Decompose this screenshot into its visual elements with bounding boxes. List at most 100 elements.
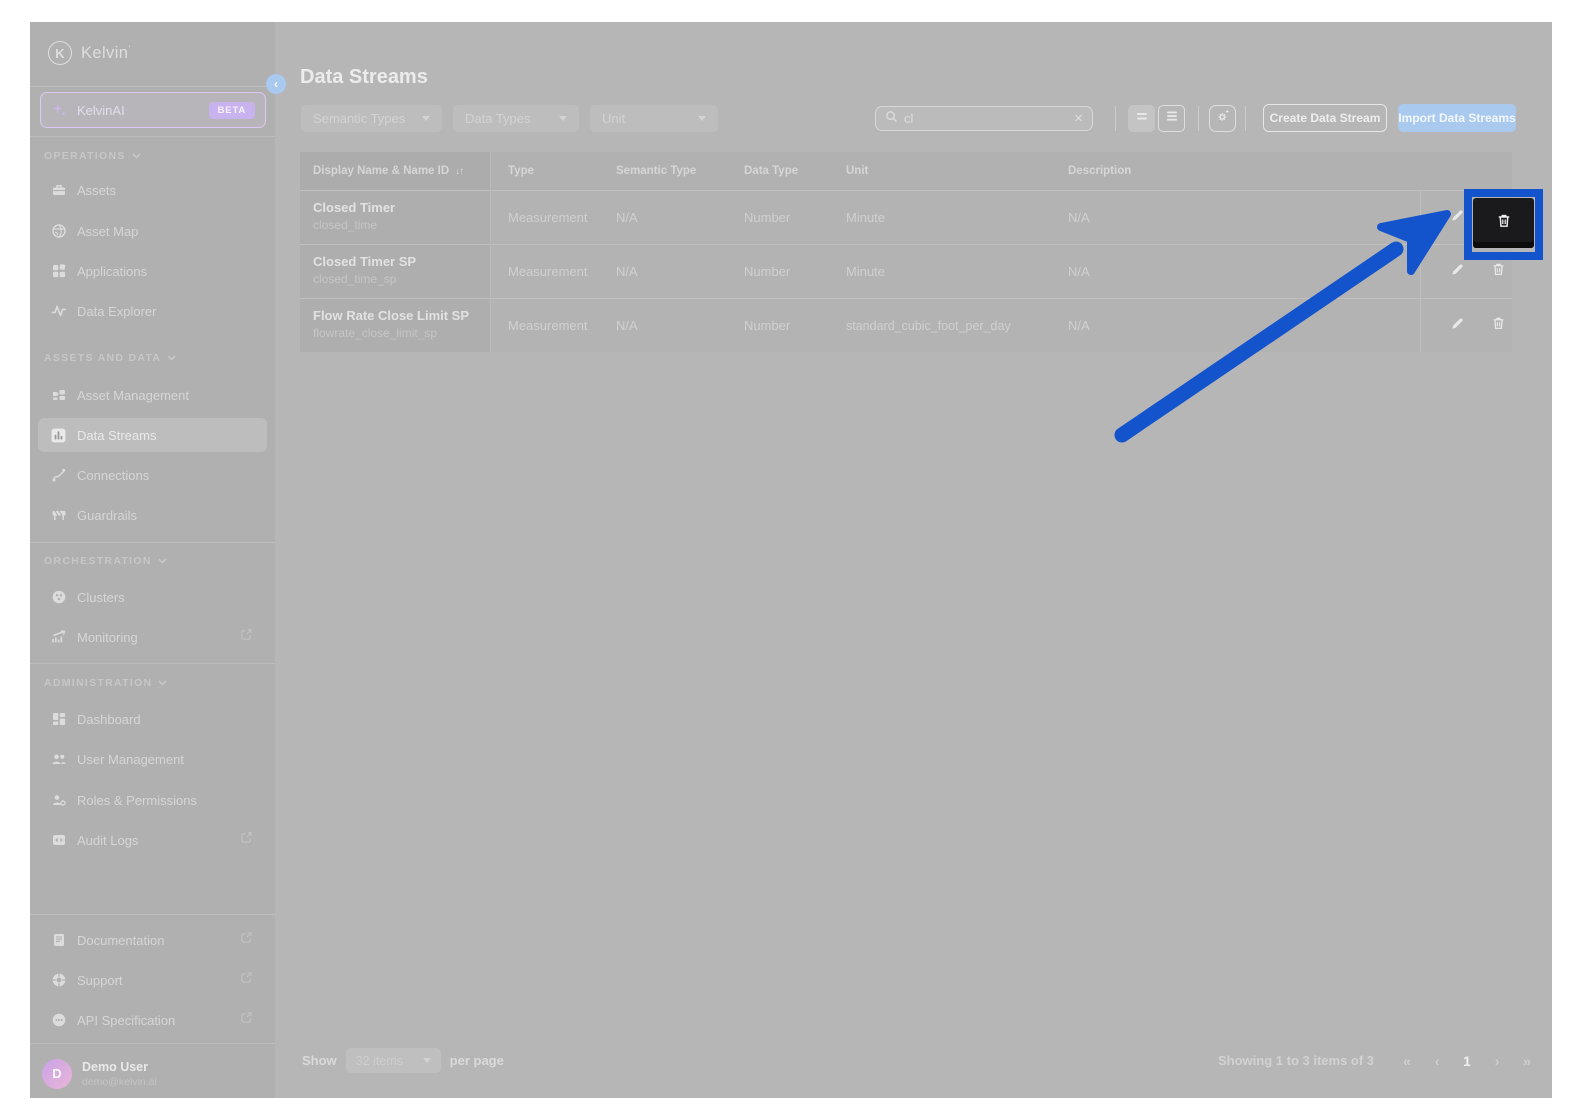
- type-cell: Measurement: [508, 299, 587, 352]
- data-types-filter[interactable]: Data Types: [453, 105, 579, 132]
- description-cell: N/A: [1068, 245, 1090, 298]
- divider: [1198, 106, 1199, 131]
- table-row[interactable]: Flow Rate Close Limit SP flowrate_close_…: [300, 298, 1512, 352]
- list-view-button[interactable]: [1158, 105, 1185, 132]
- display-name: Closed Timer SP: [313, 254, 416, 269]
- column-header-display-name[interactable]: Display Name & Name ID↓↑: [313, 152, 463, 190]
- delete-row-button-highlighted[interactable]: [1473, 198, 1534, 248]
- sidebar-item-label: Asset Management: [77, 388, 189, 403]
- column-header-description: Description: [1068, 152, 1131, 190]
- globe-icon: [50, 223, 67, 240]
- user-menu[interactable]: D Demo User demo@kelvin.ai: [30, 1049, 275, 1098]
- table-settings-button[interactable]: [1209, 105, 1236, 132]
- rows-compact-icon: [1135, 109, 1149, 128]
- sidebar-item-applications[interactable]: Applications: [38, 254, 267, 288]
- sidebar-item-asset-management[interactable]: Asset Management: [38, 378, 267, 412]
- chevron-left-icon: ‹: [274, 77, 278, 91]
- sidebar-item-clusters[interactable]: Clusters: [38, 580, 267, 614]
- edit-row-button[interactable]: [1446, 315, 1468, 337]
- sidebar: K Kelvin' KelvinAI BETA OPERATIONS Asset…: [30, 22, 275, 1098]
- display-name: Closed Timer: [313, 200, 395, 215]
- current-page[interactable]: 1: [1452, 1053, 1482, 1069]
- first-page-button[interactable]: «: [1392, 1053, 1422, 1069]
- data-type-cell: Number: [744, 299, 790, 352]
- showing-count: Showing 1 to 3 items of 3: [1218, 1053, 1374, 1068]
- sidebar-item-data-explorer[interactable]: Data Explorer: [38, 294, 267, 328]
- semantic-type-cell: N/A: [616, 299, 638, 352]
- semantic-type-cell: N/A: [616, 245, 638, 298]
- sidebar-item-roles-permissions[interactable]: Roles & Permissions: [38, 783, 267, 817]
- last-page-button[interactable]: »: [1512, 1053, 1542, 1069]
- divider: [1115, 106, 1116, 131]
- sidebar-item-label: Audit Logs: [77, 833, 138, 848]
- briefcase-icon: [50, 182, 67, 199]
- sidebar-item-data-streams[interactable]: Data Streams: [38, 418, 267, 452]
- section-header-operations[interactable]: OPERATIONS: [44, 150, 141, 162]
- sidebar-item-audit-logs[interactable]: Audit Logs: [38, 823, 267, 857]
- divider: [1245, 106, 1246, 131]
- page-size-select[interactable]: 32 items: [346, 1048, 441, 1073]
- sidebar-item-label: Connections: [77, 468, 149, 483]
- data-streams-table: Display Name & Name ID↓↑ Type Semantic T…: [300, 152, 1512, 352]
- edit-row-button[interactable]: [1446, 261, 1468, 283]
- rows-list-icon: [1165, 109, 1179, 128]
- delete-row-button[interactable]: [1487, 261, 1509, 283]
- clear-search-icon[interactable]: ×: [1074, 110, 1083, 127]
- table-row[interactable]: Closed Timer SP closed_time_sp Measureme…: [300, 244, 1512, 298]
- sidebar-item-label: Roles & Permissions: [77, 793, 197, 808]
- chevron-down-icon: [132, 153, 141, 159]
- section-header-administration[interactable]: ADMINISTRATION: [44, 677, 167, 689]
- compact-view-button[interactable]: [1128, 105, 1155, 132]
- sidebar-item-monitoring[interactable]: Monitoring: [38, 620, 267, 654]
- grid-apps-icon: [50, 263, 67, 280]
- unit-filter[interactable]: Unit: [590, 105, 718, 132]
- sidebar-item-assets[interactable]: Assets: [38, 173, 267, 207]
- chevron-down-icon: [698, 116, 706, 121]
- divider: [30, 914, 275, 915]
- table-header-row: Display Name & Name ID↓↑ Type Semantic T…: [300, 152, 1512, 190]
- name-id: closed_time_sp: [313, 272, 396, 286]
- section-header-orchestration[interactable]: ORCHESTRATION: [44, 555, 167, 567]
- sidebar-item-api-specification[interactable]: API Specification: [38, 1003, 267, 1037]
- sidebar-item-connections[interactable]: Connections: [38, 458, 267, 492]
- sidebar-item-asset-map[interactable]: Asset Map: [38, 214, 267, 248]
- brand-name: Kelvin': [81, 44, 130, 63]
- create-data-stream-button[interactable]: Create Data Stream: [1263, 104, 1387, 132]
- unit-cell: Minute: [846, 245, 885, 298]
- search-icon: [885, 110, 898, 128]
- column-separator: [490, 152, 491, 352]
- api-icon: [50, 1012, 67, 1029]
- import-data-streams-button[interactable]: Import Data Streams: [1398, 104, 1516, 132]
- semantic-types-filter[interactable]: Semantic Types: [301, 105, 442, 132]
- users-icon: [50, 751, 67, 768]
- table-row[interactable]: Closed Timer closed_time Measurement N/A…: [300, 190, 1512, 244]
- unit-cell: standard_cubic_foot_per_day: [846, 299, 1011, 352]
- sidebar-collapse-button[interactable]: ‹: [266, 74, 286, 94]
- divider: [30, 542, 275, 543]
- pagination: Showing 1 to 3 items of 3 « ‹ 1 › »: [1218, 1048, 1542, 1073]
- sidebar-item-guardrails[interactable]: Guardrails: [38, 498, 267, 532]
- sidebar-item-label: Support: [77, 973, 123, 988]
- gear-sparkle-icon: [1215, 108, 1231, 129]
- sidebar-item-support[interactable]: Support: [38, 963, 267, 997]
- display-name: Flow Rate Close Limit SP: [313, 308, 469, 323]
- sidebar-item-user-management[interactable]: User Management: [38, 742, 267, 776]
- chevron-down-icon: [158, 680, 167, 686]
- role-gear-icon: [50, 792, 67, 809]
- external-link-icon: [240, 1011, 253, 1029]
- section-header-assets-and-data[interactable]: ASSETS AND DATA: [44, 352, 176, 364]
- delete-row-button[interactable]: [1487, 315, 1509, 337]
- user-name: Demo User: [82, 1060, 157, 1074]
- next-page-button[interactable]: ›: [1482, 1053, 1512, 1069]
- previous-page-button[interactable]: ‹: [1422, 1053, 1452, 1069]
- divider: [30, 86, 275, 87]
- description-cell: N/A: [1068, 191, 1090, 244]
- sidebar-item-documentation[interactable]: Documentation: [38, 923, 267, 957]
- sort-icon[interactable]: ↓↑: [455, 166, 463, 177]
- sidebar-item-label: Guardrails: [77, 508, 137, 523]
- sidebar-item-dashboard[interactable]: Dashboard: [38, 702, 267, 736]
- guardrail-icon: [50, 507, 67, 524]
- sidebar-item-kelvinai[interactable]: KelvinAI BETA: [40, 92, 266, 128]
- sidebar-item-label: API Specification: [77, 1013, 175, 1028]
- search-input[interactable]: cl ×: [875, 106, 1093, 131]
